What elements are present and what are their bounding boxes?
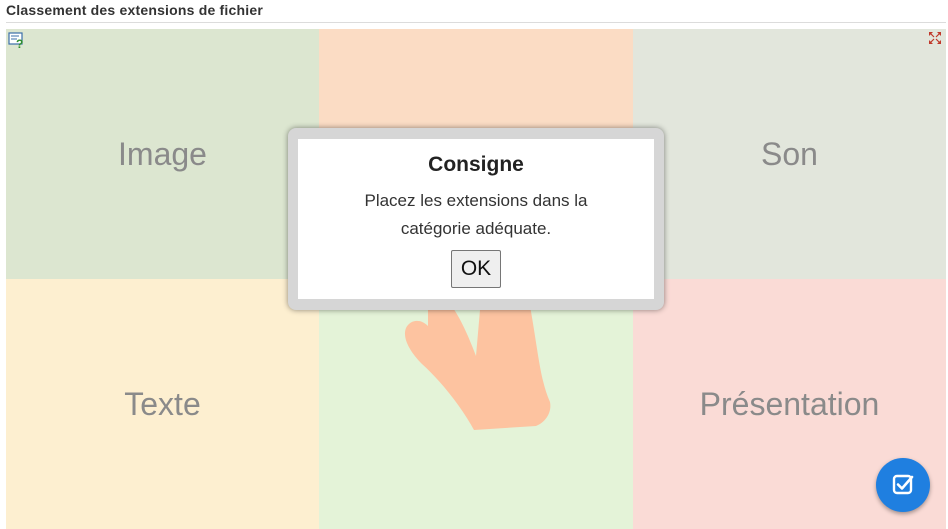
dialog-body: Consigne Placez les extensions dans la c… <box>298 139 654 299</box>
dialog-title: Consigne <box>428 153 524 176</box>
category-label: Son <box>761 135 818 172</box>
category-cell-texte[interactable]: Texte <box>6 279 319 529</box>
page-title: Classement des extensions de fichier <box>6 2 263 18</box>
category-cell-son[interactable]: Son <box>633 29 946 279</box>
dialog-message: Placez les extensions dans la catégorie … <box>364 191 588 238</box>
category-cell-image[interactable]: Image <box>6 29 319 279</box>
instruction-dialog: Consigne Placez les extensions dans la c… <box>288 128 664 310</box>
title-bar: Classement des extensions de fichier <box>6 2 946 23</box>
check-icon <box>892 474 914 495</box>
category-label: Texte <box>124 385 201 422</box>
help-icon[interactable]: ? <box>8 31 26 51</box>
validate-button[interactable] <box>876 458 930 512</box>
hand-pointer-icon <box>404 297 551 430</box>
exercise-page: Classement des extensions de fichier Ima… <box>0 0 948 529</box>
category-label: Image <box>118 135 207 172</box>
expand-icon[interactable] <box>928 31 942 45</box>
ok-button[interactable]: OK <box>451 250 501 288</box>
category-label: Présentation <box>699 385 880 422</box>
svg-text:?: ? <box>16 37 23 49</box>
